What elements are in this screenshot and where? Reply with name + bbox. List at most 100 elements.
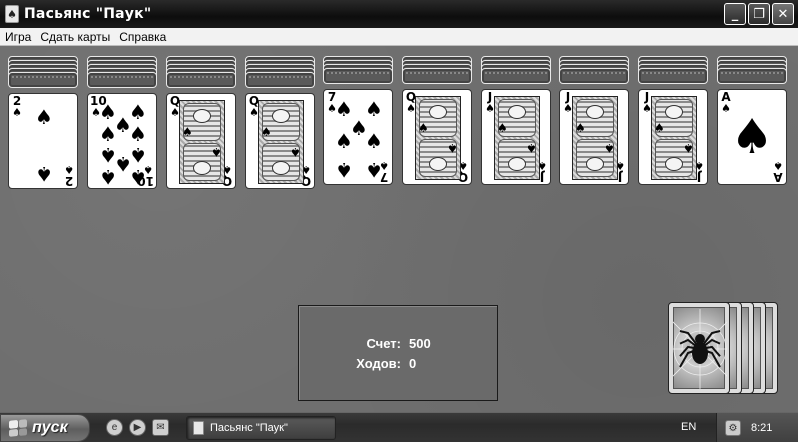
figure-head bbox=[272, 161, 290, 175]
card-rank: J bbox=[696, 170, 702, 184]
jack-figure-icon: ♠ ♠ bbox=[572, 96, 618, 180]
card-back bbox=[166, 72, 236, 88]
figure-head bbox=[429, 157, 447, 171]
spade-icon: ♠ bbox=[128, 122, 147, 147]
stock-card[interactable] bbox=[668, 302, 730, 394]
spade-icon: ♠ bbox=[35, 105, 53, 130]
spade-icon: ♠ bbox=[128, 165, 147, 189]
start-label: пуск bbox=[32, 419, 68, 436]
playing-card[interactable]: Q ♠ Q ♠ ♠ ♠ bbox=[402, 89, 472, 185]
card-back bbox=[481, 68, 551, 84]
figure-head bbox=[586, 105, 604, 119]
figure-head bbox=[508, 157, 526, 171]
card-rank: 2 bbox=[64, 174, 74, 188]
start-button[interactable]: пуск bbox=[0, 414, 90, 442]
score-panel: Счет: 500 Ходов: 0 bbox=[298, 305, 498, 401]
menu-game[interactable]: Игра bbox=[0, 30, 35, 44]
maximize-button[interactable]: ❐ bbox=[748, 3, 770, 25]
card-back bbox=[8, 72, 78, 88]
figure-head bbox=[193, 109, 211, 123]
game-table: 2 ♠ 2 ♠ ♠ ♠ 10 ♠ 10 ♠ ♠ ♠ ♠ ♠ ♠ ♠ ♠ ♠ ♠ ♠ Q ♠ Q ♠ ♠ ♠ Q ♠ Q ♠ ♠ ♠ 7 ♠ 7 ♠ ♠ ♠… bbox=[0, 46, 798, 412]
spade-icon: ♠ bbox=[654, 121, 665, 135]
spade-icon: ♠ bbox=[773, 159, 783, 172]
media-player-icon[interactable]: ▶ bbox=[129, 419, 146, 436]
spade-icon: ♠ bbox=[99, 122, 117, 147]
window-title: Пасьянс "Паук" bbox=[24, 6, 152, 22]
figure-head bbox=[665, 105, 683, 119]
card-back bbox=[717, 68, 787, 84]
jack-figure-icon: ♠ ♠ bbox=[494, 96, 540, 180]
queen-figure-icon: ♠ ♠ bbox=[258, 100, 304, 184]
spade-icon: ♠ bbox=[364, 157, 383, 182]
jack-figure-icon: ♠ ♠ bbox=[651, 96, 697, 180]
menu-help[interactable]: Справка bbox=[114, 30, 170, 44]
card-rank: A bbox=[773, 170, 783, 184]
score-value: 500 bbox=[409, 336, 431, 351]
close-button[interactable]: ✕ bbox=[772, 3, 794, 25]
spade-icon: ♠ bbox=[290, 145, 301, 159]
figure-head bbox=[665, 157, 683, 171]
spade-icon: ♠ bbox=[182, 125, 193, 139]
title-bar: ♠ Пасьянс "Паук" _ ❐ ✕ bbox=[0, 0, 798, 28]
card-rank: J bbox=[617, 170, 623, 184]
spade-icon: ♠ bbox=[335, 157, 353, 182]
spade-icon: ♠ bbox=[730, 109, 774, 165]
figure-head bbox=[272, 109, 290, 123]
playing-card[interactable]: J ♠ J ♠ ♠ ♠ bbox=[638, 89, 708, 185]
system-tray: ⚙ 8:21 bbox=[716, 413, 798, 442]
playing-card[interactable]: 10 ♠ 10 ♠ ♠ ♠ ♠ ♠ ♠ ♠ ♠ ♠ ♠ ♠ bbox=[87, 93, 157, 189]
moves-value: 0 bbox=[409, 356, 417, 371]
spade-icon: ♠ bbox=[497, 121, 508, 135]
spade-icon: ♠ bbox=[35, 161, 53, 186]
playing-card[interactable]: Q ♠ Q ♠ ♠ ♠ bbox=[245, 93, 315, 189]
queen-figure-icon: ♠ ♠ bbox=[415, 96, 461, 180]
figure-head bbox=[508, 105, 526, 119]
playing-card[interactable]: J ♠ J ♠ ♠ ♠ bbox=[559, 89, 629, 185]
spade-icon: ♠ bbox=[364, 129, 383, 154]
spade-icon: ♠ bbox=[418, 121, 429, 135]
playing-card[interactable]: A ♠ A ♠ ♠ bbox=[717, 89, 787, 185]
app-icon[interactable]: ♠ bbox=[5, 5, 19, 23]
card-back bbox=[245, 72, 315, 88]
playing-card[interactable]: 2 ♠ 2 ♠ ♠ ♠ bbox=[8, 93, 78, 189]
spade-icon: ♠ bbox=[604, 141, 615, 155]
moves-label: Ходов: bbox=[356, 356, 401, 371]
card-back bbox=[638, 68, 708, 84]
messenger-icon[interactable]: ✉ bbox=[152, 419, 169, 436]
figure-head bbox=[193, 161, 211, 175]
card-back bbox=[559, 68, 629, 84]
card-back bbox=[402, 68, 472, 84]
score-label: Счет: bbox=[366, 336, 401, 351]
spade-icon: ♠ bbox=[335, 129, 353, 154]
window-controls: _ ❐ ✕ bbox=[724, 3, 794, 25]
clock[interactable]: 8:21 bbox=[751, 422, 772, 434]
spider-icon bbox=[673, 309, 727, 389]
score-row: Счет: 500 bbox=[299, 336, 499, 354]
stock-pile[interactable] bbox=[668, 302, 788, 402]
spade-icon: ♠ bbox=[261, 125, 272, 139]
figure-head bbox=[586, 157, 604, 171]
playing-card[interactable]: 7 ♠ 7 ♠ ♠ ♠ ♠ ♠ ♠ ♠ ♠ bbox=[323, 89, 393, 185]
tray-app-icon[interactable]: ⚙ bbox=[725, 420, 741, 436]
taskbar-spider-label: Пасьянс "Паук" bbox=[210, 422, 288, 434]
language-indicator[interactable]: EN bbox=[681, 421, 696, 433]
browser-icon[interactable]: e bbox=[106, 419, 123, 436]
spade-icon: ♠ bbox=[447, 141, 458, 155]
taskbar-spider-button[interactable]: Пасьянс "Паук" bbox=[186, 416, 336, 440]
minimize-button[interactable]: _ bbox=[724, 3, 746, 25]
card-rank: J bbox=[539, 170, 545, 184]
menu-bar: Игра Сдать карты Справка bbox=[0, 28, 798, 46]
spade-icon: ♠ bbox=[12, 106, 22, 119]
spade-icon: ♠ bbox=[211, 145, 222, 159]
card-corner-index: 2 ♠ bbox=[11, 95, 23, 119]
playing-card[interactable]: J ♠ J ♠ ♠ ♠ bbox=[481, 89, 551, 185]
playing-card[interactable]: Q ♠ Q ♠ ♠ ♠ bbox=[166, 93, 236, 189]
spade-icon: ♠ bbox=[64, 163, 74, 176]
quick-launch: e ▶ ✉ bbox=[106, 419, 169, 436]
menu-deal[interactable]: Сдать карты bbox=[35, 30, 114, 44]
card-corner-index: 2 ♠ bbox=[63, 163, 75, 188]
spade-icon: ♠ bbox=[99, 165, 117, 189]
spider-app-icon bbox=[193, 421, 204, 435]
windows-logo-icon bbox=[9, 419, 27, 437]
moves-row: Ходов: 0 bbox=[299, 356, 499, 374]
